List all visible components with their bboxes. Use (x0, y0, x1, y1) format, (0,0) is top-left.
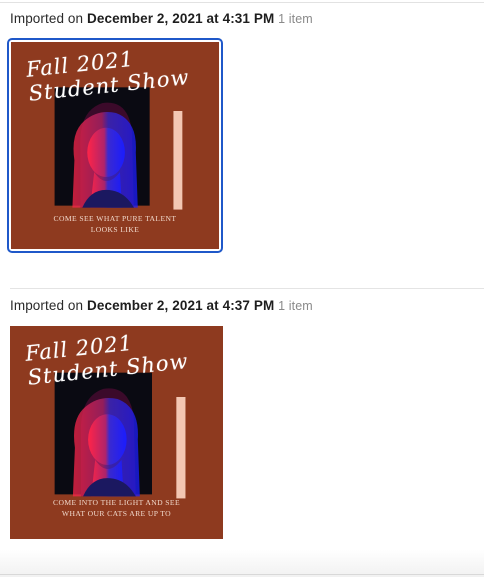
poster-image: Fall 2021 Student Show COME SEE WHAT PUR… (11, 42, 219, 249)
poster-tagline-line1: COME INTO THE LIGHT AND SEE (52, 498, 181, 507)
import-prefix: Imported on (10, 298, 87, 313)
photo-thumbnail[interactable]: Fall 2021 Student Show COME INTO THE LIG… (10, 326, 223, 539)
poster-image: Fall 2021 Student Show COME INTO THE LIG… (10, 326, 223, 539)
poster-tagline: COME INTO THE LIGHT AND SEE WHAT OUR CAT… (10, 497, 223, 519)
import-group-header: Imported on December 2, 2021 at 4:31 PM … (10, 11, 313, 26)
top-divider (0, 2, 484, 3)
import-group-header: Imported on December 2, 2021 at 4:37 PM … (10, 298, 313, 313)
group-divider (10, 288, 484, 289)
poster-tagline-line2: LOOKS LIKE (90, 225, 140, 234)
photo-import-list: Imported on December 2, 2021 at 4:31 PM … (0, 0, 484, 577)
bottom-fade (0, 550, 484, 577)
bottom-divider (0, 574, 484, 575)
poster-tagline-line2: WHAT OUR CATS ARE UP TO (61, 509, 172, 518)
import-prefix: Imported on (10, 11, 87, 26)
item-count: 1 item (278, 299, 313, 313)
item-count: 1 item (278, 12, 313, 26)
import-date: December 2, 2021 at 4:31 PM (87, 11, 275, 26)
poster-tagline: COME SEE WHAT PURE TALENT LOOKS LIKE (11, 213, 219, 235)
import-date: December 2, 2021 at 4:37 PM (87, 298, 275, 313)
photo-thumbnail-selected[interactable]: Fall 2021 Student Show COME SEE WHAT PUR… (7, 38, 223, 253)
poster-tagline-line1: COME SEE WHAT PURE TALENT (53, 214, 177, 223)
